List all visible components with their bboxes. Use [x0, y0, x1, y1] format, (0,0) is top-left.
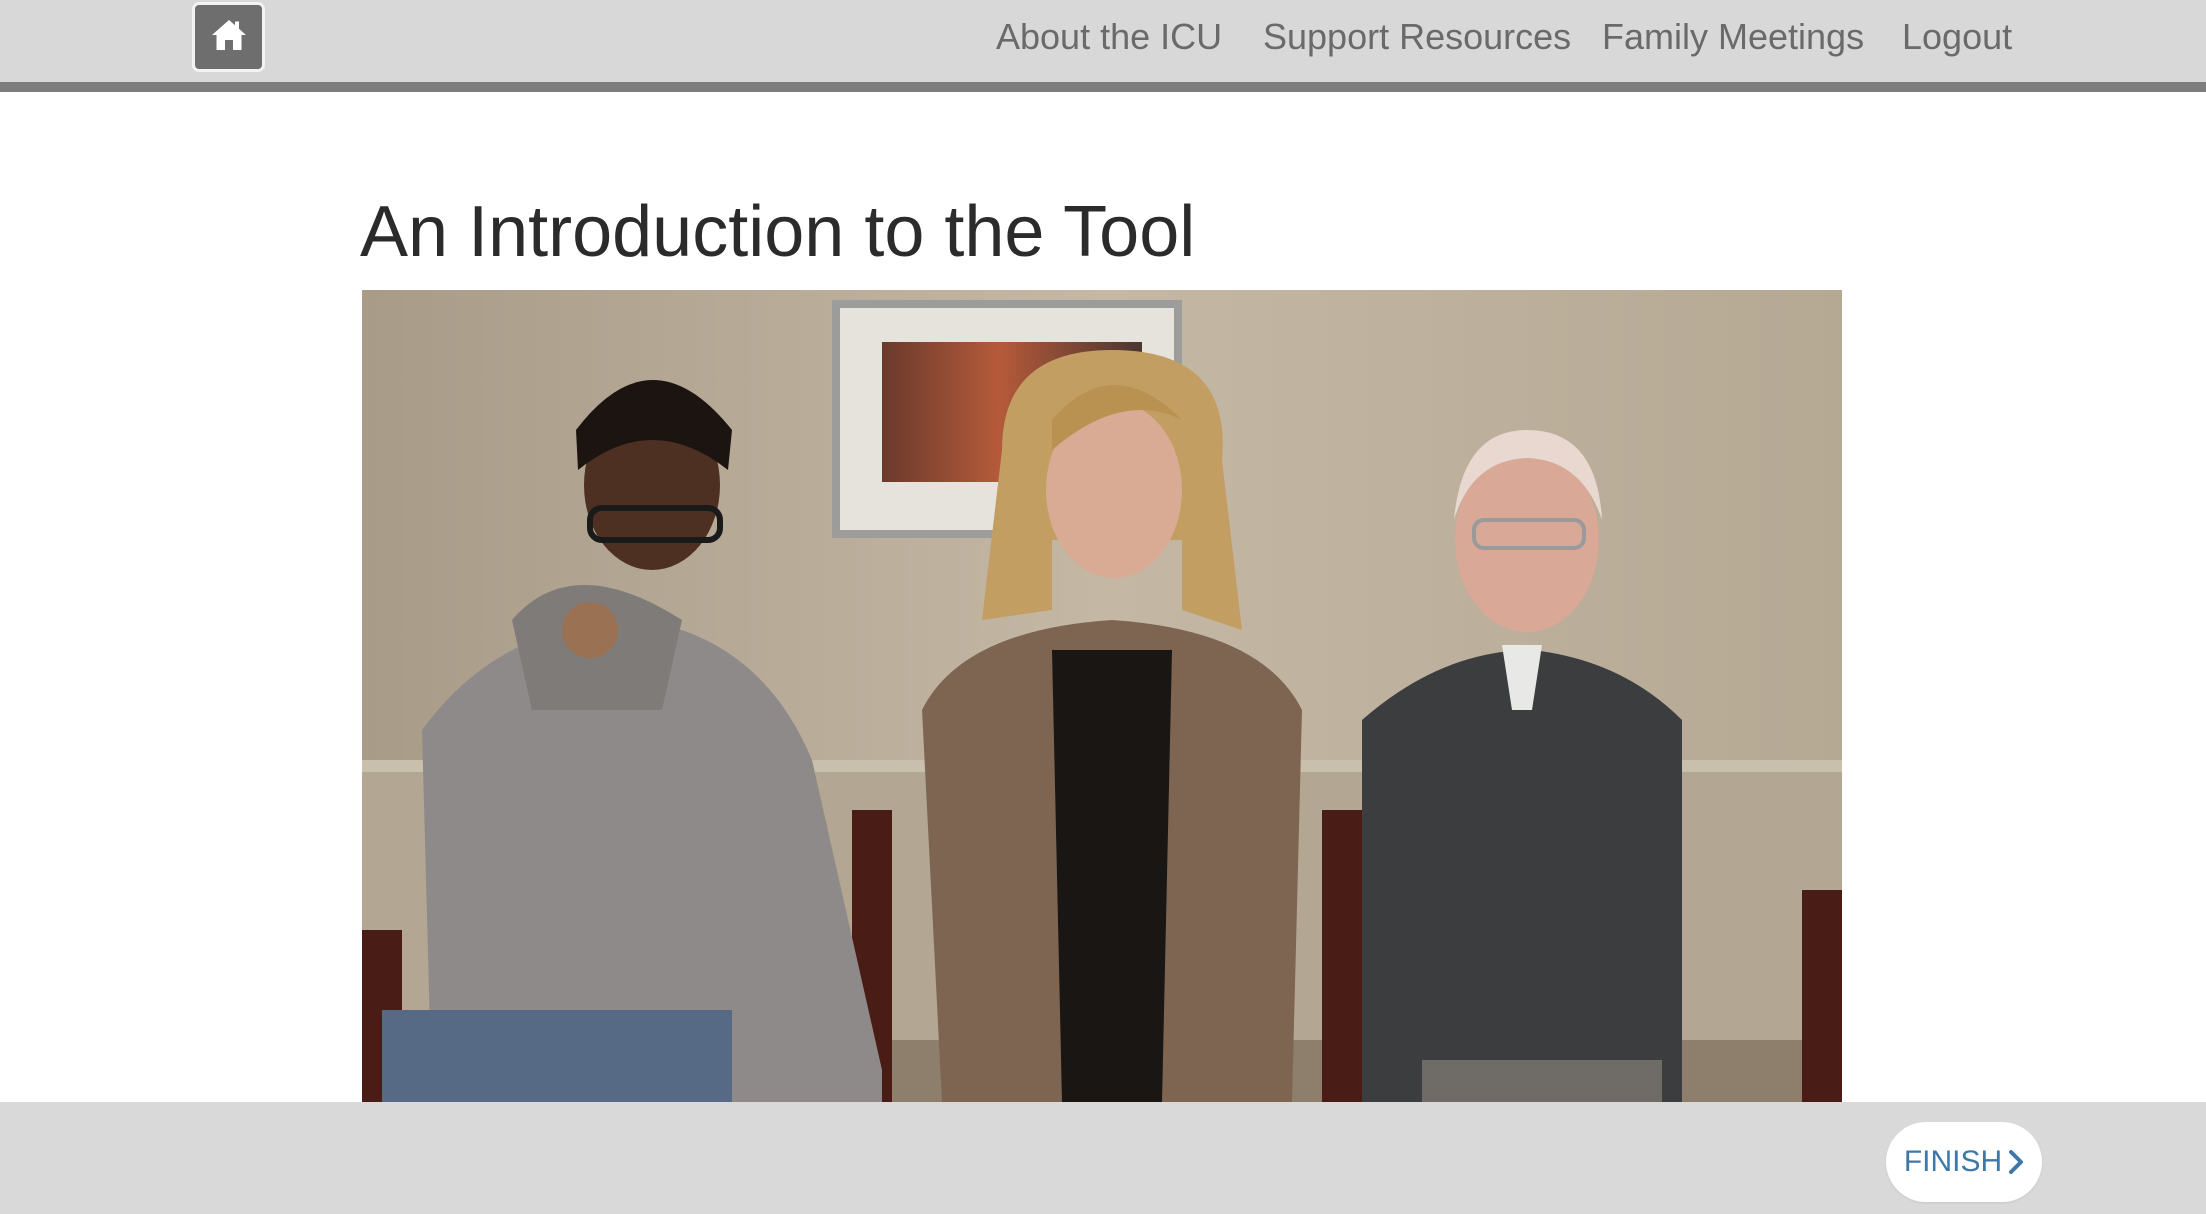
nav-link-about-the-icu[interactable]: About the ICU: [996, 0, 1222, 74]
nav-divider: [0, 82, 2206, 92]
home-icon: [210, 18, 248, 57]
bottom-bar: [0, 1102, 2206, 1214]
nav-link-family-meetings[interactable]: Family Meetings: [1602, 0, 1864, 74]
page-title: An Introduction to the Tool: [360, 192, 1196, 272]
finish-label: FINISH: [1903, 1145, 2003, 1178]
nav-link-support-resources[interactable]: Support Resources: [1263, 0, 1571, 74]
video-player[interactable]: [362, 290, 1842, 1102]
home-button[interactable]: [192, 2, 265, 72]
video-frame-still: [362, 290, 1842, 1102]
nav-link-logout[interactable]: Logout: [1902, 0, 2012, 74]
finish-button[interactable]: FINISH: [1886, 1122, 2042, 1202]
chevron-right-icon: [2008, 1150, 2024, 1174]
